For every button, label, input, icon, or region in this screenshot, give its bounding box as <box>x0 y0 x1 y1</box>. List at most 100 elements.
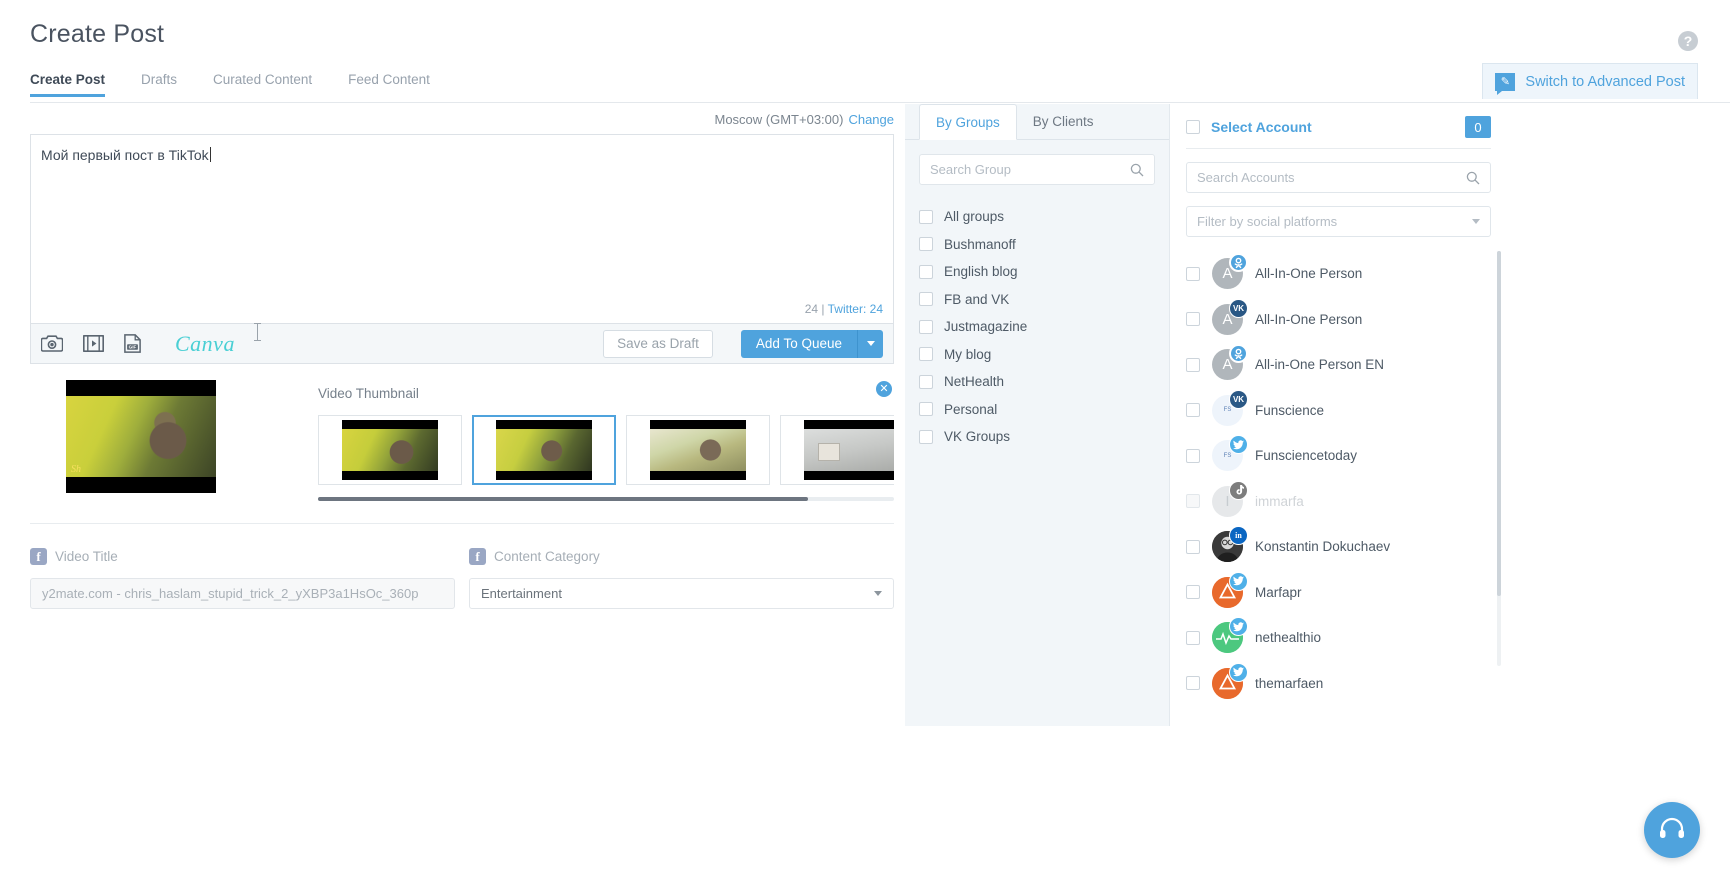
help-question-icon[interactable]: ? <box>1678 31 1698 51</box>
checkbox[interactable] <box>1186 630 1200 645</box>
checkbox[interactable] <box>919 264 933 279</box>
account-row[interactable]: themarfaen <box>1186 661 1491 707</box>
group-label: VK Groups <box>944 429 1011 445</box>
timezone-label: Moscow (GMT+03:00) <box>714 111 844 127</box>
thumbnail-option-4[interactable] <box>780 415 894 485</box>
avatar: I <box>1212 480 1248 517</box>
group-item-fb-and-vk[interactable]: FB and VK <box>919 286 1155 314</box>
search-group-placeholder: Search Group <box>930 162 1011 177</box>
group-item-nethealth[interactable]: NetHealth <box>919 368 1155 396</box>
checkbox[interactable] <box>919 292 933 307</box>
text-caret <box>209 147 211 162</box>
group-item-bushmanoff[interactable]: Bushmanoff <box>919 231 1155 259</box>
accounts-scrollbar[interactable] <box>1497 251 1501 666</box>
avatar <box>1212 571 1248 608</box>
select-all-accounts-checkbox[interactable] <box>1186 120 1200 134</box>
twitter-icon <box>1229 617 1248 637</box>
avatar: A <box>1212 344 1248 381</box>
preview-watermark: Sh <box>71 464 81 475</box>
thumbnail-scrollbar-thumb[interactable] <box>318 497 808 501</box>
filter-social-platforms-select[interactable]: Filter by social platforms <box>1186 206 1491 237</box>
search-group-input[interactable]: Search Group <box>919 154 1155 185</box>
checkbox[interactable] <box>919 347 933 362</box>
tab-by-groups[interactable]: By Groups <box>919 104 1017 140</box>
group-item-vk-groups[interactable]: VK Groups <box>919 423 1155 451</box>
preview-image <box>66 396 216 477</box>
account-row[interactable]: FS VK Funscience <box>1186 388 1491 434</box>
checkbox[interactable] <box>1186 312 1200 327</box>
checkbox[interactable] <box>919 237 933 252</box>
twitter-icon <box>1229 662 1248 682</box>
group-item-my-blog[interactable]: My blog <box>919 341 1155 369</box>
checkbox[interactable] <box>1186 448 1200 463</box>
thumbnail-strip[interactable] <box>318 415 894 485</box>
avatar: A VK <box>1212 298 1248 335</box>
account-row[interactable]: FS Funsciencetoday <box>1186 433 1491 479</box>
group-item-all-groups[interactable]: All groups <box>919 203 1155 231</box>
account-row[interactable]: in Konstantin Dokuchaev <box>1186 524 1491 570</box>
tab-by-clients[interactable]: By Clients <box>1017 104 1110 140</box>
avatar: A <box>1212 253 1248 290</box>
select-account-label[interactable]: Select Account <box>1211 119 1454 135</box>
group-label: Bushmanoff <box>944 236 1016 252</box>
checkbox[interactable] <box>1186 266 1200 281</box>
tab-feed-content[interactable]: Feed Content <box>330 72 448 96</box>
headset-chat-icon <box>1660 817 1684 838</box>
group-item-english-blog[interactable]: English blog <box>919 258 1155 286</box>
timezone-change-link[interactable]: Change <box>848 112 894 127</box>
group-item-personal[interactable]: Personal <box>919 396 1155 424</box>
camera-icon[interactable] <box>41 335 63 352</box>
video-thumbnail-label: Video Thumbnail <box>318 386 419 401</box>
save-as-draft-button[interactable]: Save as Draft <box>603 329 713 358</box>
content-category-field: f Content Category Entertainment <box>469 548 894 609</box>
groups-tabs: By Groups By Clients <box>905 104 1169 140</box>
account-row[interactable]: nethealthio <box>1186 615 1491 661</box>
checkbox[interactable] <box>1186 403 1200 418</box>
checkbox[interactable] <box>919 374 933 389</box>
checkbox[interactable] <box>1186 585 1200 600</box>
account-row[interactable]: A VK All-In-One Person <box>1186 297 1491 343</box>
thumbnail-scrollbar[interactable] <box>318 497 894 501</box>
checkbox[interactable] <box>1186 357 1200 372</box>
thumbnail-option-3[interactable] <box>626 415 770 485</box>
thumbnail-picker: Video Thumbnail <box>318 386 894 501</box>
thumbnail-option-2[interactable] <box>472 415 616 485</box>
content-category-select[interactable]: Entertainment <box>469 578 894 609</box>
canva-button[interactable]: Canva <box>175 331 235 357</box>
account-row[interactable]: A All-In-One Person <box>1186 251 1491 297</box>
counter-twitter: Twitter: 24 <box>827 302 883 316</box>
thumbnail-option-1[interactable] <box>318 415 462 485</box>
add-to-queue-dropdown-caret-icon[interactable] <box>857 329 883 358</box>
vk-icon: VK <box>1229 389 1248 409</box>
checkbox[interactable] <box>919 319 933 334</box>
chevron-down-icon <box>1472 219 1480 224</box>
help-chat-widget-button[interactable] <box>1644 802 1700 858</box>
checkbox[interactable] <box>1186 676 1200 691</box>
group-item-justmagazine[interactable]: Justmagazine <box>919 313 1155 341</box>
accounts-scrollbar-thumb[interactable] <box>1497 251 1501 596</box>
account-row[interactable]: A All-in-One Person EN <box>1186 342 1491 388</box>
account-name: All-In-One Person <box>1255 266 1363 282</box>
video-title-label-row: f Video Title <box>30 548 455 565</box>
search-accounts-input[interactable]: Search Accounts <box>1186 162 1491 193</box>
tab-curated-content[interactable]: Curated Content <box>195 72 330 96</box>
video-title-label: Video Title <box>55 549 118 564</box>
linkedin-icon: in <box>1229 526 1248 546</box>
post-text-editor[interactable]: Мой первый пост в TikTok 24 | Twitter: 2… <box>30 134 894 341</box>
create-post-page: Create Post ? ✎ Switch to Advanced Post … <box>0 0 1730 884</box>
tab-create-post[interactable]: Create Post <box>30 72 123 97</box>
remove-media-close-icon[interactable]: ✕ <box>876 381 892 397</box>
add-to-queue-button[interactable]: Add To Queue <box>740 329 857 358</box>
account-row[interactable]: I immarfa <box>1186 479 1491 525</box>
tab-drafts[interactable]: Drafts <box>123 72 195 96</box>
checkbox[interactable] <box>1186 539 1200 554</box>
checkbox[interactable] <box>919 402 933 417</box>
checkbox[interactable] <box>919 429 933 444</box>
video-icon[interactable] <box>83 335 104 352</box>
gif-icon[interactable]: GIF <box>124 334 141 353</box>
odnoklassniki-icon <box>1229 344 1248 364</box>
account-row[interactable]: Marfapr <box>1186 570 1491 616</box>
checkbox[interactable] <box>919 209 933 224</box>
video-preview[interactable]: Sh <box>66 380 216 493</box>
video-title-input[interactable]: y2mate.com - chris_haslam_stupid_trick_2… <box>30 578 455 609</box>
